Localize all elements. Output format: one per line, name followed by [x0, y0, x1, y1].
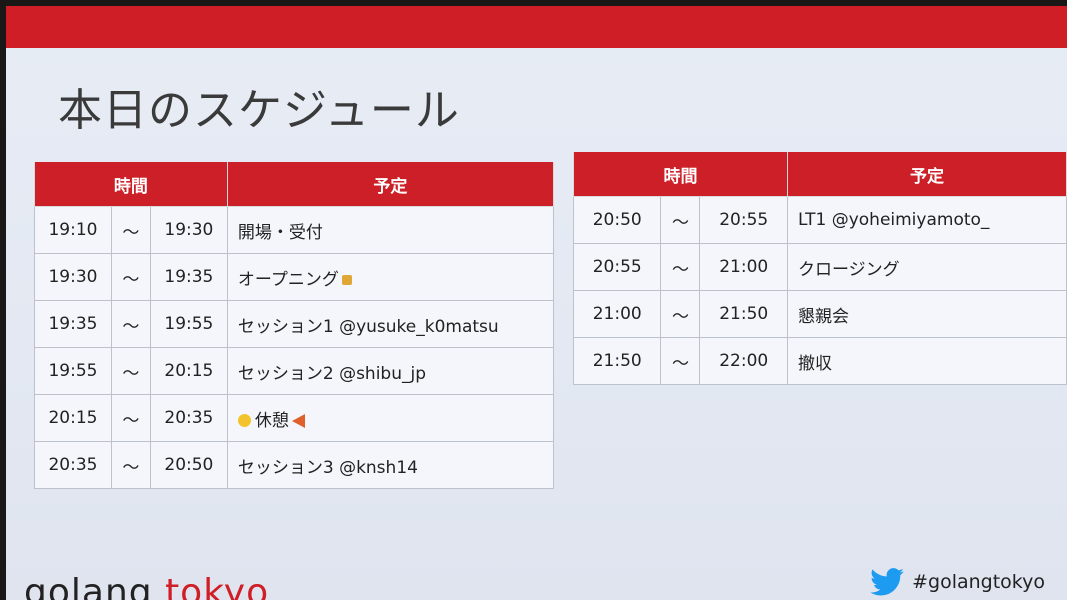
end-time: 20:50 — [149, 441, 228, 489]
table-row: 20:50 〜 20:55 LT1 @yoheimiyamoto_ — [572, 196, 1067, 244]
table-row: 19:55 〜 20:15 セッション2 @shibu_jp — [34, 347, 555, 395]
event-label: セッション1 @yusuke_k0matsu — [237, 316, 499, 337]
event-cell: セッション1 @yusuke_k0matsu — [226, 300, 555, 348]
table-row: 19:35 〜 19:55 セッション1 @yusuke_k0matsu — [34, 300, 555, 348]
event-cell: 休憩 — [226, 394, 555, 442]
event-label: クロージング — [797, 259, 900, 280]
slide: 本日のスケジュール 時間 予定 19:10 〜 19:30 開場・受付 19:3… — [6, 6, 1067, 600]
time-separator: 〜 — [110, 347, 151, 395]
start-time: 19:55 — [34, 347, 112, 395]
smile-icon — [237, 413, 251, 427]
event-label: セッション3 @knsh14 — [237, 457, 418, 478]
event-cell: 開場・受付 — [226, 206, 555, 254]
header-time: 時間 — [34, 162, 228, 207]
golang-tokyo-logo: golang tokyo — [24, 572, 269, 600]
top-accent-bar — [6, 6, 1067, 48]
event-label: 開場・受付 — [237, 222, 323, 243]
time-separator: 〜 — [110, 394, 151, 442]
end-time: 20:15 — [149, 347, 228, 395]
hashtag-text: #golangtokyo — [912, 571, 1045, 593]
time-separator: 〜 — [660, 290, 701, 338]
table-row: 20:15 〜 20:35 休憩 — [34, 394, 555, 442]
page-title: 本日のスケジュール — [58, 85, 460, 136]
header-time: 時間 — [573, 152, 788, 197]
start-time: 19:30 — [34, 253, 112, 301]
time-separator: 〜 — [660, 337, 701, 385]
start-time: 21:00 — [572, 290, 662, 338]
event-label: 撤収 — [797, 353, 832, 374]
event-cell: オープニング — [226, 253, 555, 301]
table-row: 19:10 〜 19:30 開場・受付 — [34, 206, 555, 254]
time-separator: 〜 — [660, 196, 701, 244]
event-label: LT1 @yoheimiyamoto_ — [797, 210, 990, 230]
event-cell: 撤収 — [786, 337, 1067, 385]
header-plan: 予定 — [226, 162, 555, 207]
end-time: 19:30 — [149, 206, 228, 254]
schedule-table-left: 時間 予定 19:10 〜 19:30 開場・受付 19:30 〜 19:35 … — [34, 162, 555, 489]
end-time: 21:00 — [699, 243, 788, 291]
table-row: 21:50 〜 22:00 撤収 — [572, 337, 1067, 385]
table-header-row: 時間 予定 — [34, 162, 555, 207]
event-cell: 懇親会 — [786, 290, 1067, 338]
event-cell: クロージング — [786, 243, 1067, 291]
end-time: 20:55 — [699, 196, 788, 244]
event-label: オープニング — [237, 269, 339, 290]
end-time: 19:35 — [149, 253, 228, 301]
event-label: 休憩 — [254, 410, 289, 431]
end-time: 20:35 — [149, 394, 228, 442]
start-time: 19:35 — [34, 300, 112, 348]
time-separator: 〜 — [110, 206, 151, 254]
table-row: 20:35 〜 20:50 セッション3 @knsh14 — [34, 441, 555, 489]
table-row: 21:00 〜 21:50 懇親会 — [572, 290, 1067, 338]
event-cell: LT1 @yoheimiyamoto_ — [786, 196, 1067, 244]
start-time: 20:35 — [34, 441, 112, 489]
time-separator: 〜 — [110, 441, 151, 489]
end-time: 22:00 — [699, 337, 788, 385]
start-time: 19:10 — [34, 206, 112, 254]
time-separator: 〜 — [110, 300, 151, 348]
start-time: 20:55 — [572, 243, 662, 291]
table-header-row: 時間 予定 — [573, 152, 1067, 197]
event-cell: セッション3 @knsh14 — [226, 441, 555, 489]
end-time: 21:50 — [699, 290, 788, 338]
start-time: 20:15 — [34, 394, 112, 442]
pizza-icon — [291, 413, 305, 428]
schedule-table-right: 時間 予定 20:50 〜 20:55 LT1 @yoheimiyamoto_ … — [572, 152, 1067, 385]
logo-text-golang: golang — [24, 572, 166, 600]
hashtag-area: #golangtokyo — [870, 568, 1045, 596]
event-label: 懇親会 — [797, 306, 849, 327]
twitter-icon — [870, 568, 904, 596]
start-time: 21:50 — [572, 337, 662, 385]
event-cell: セッション2 @shibu_jp — [226, 347, 555, 395]
table-row: 20:55 〜 21:00 クロージング — [572, 243, 1067, 291]
time-separator: 〜 — [660, 243, 701, 291]
table-row: 19:30 〜 19:35 オープニング — [34, 253, 555, 301]
start-time: 20:50 — [572, 196, 662, 244]
time-separator: 〜 — [110, 253, 151, 301]
event-label: セッション2 @shibu_jp — [237, 363, 426, 384]
logo-text-tokyo: tokyo — [165, 572, 270, 600]
beer-icon — [341, 274, 352, 285]
header-plan: 予定 — [786, 152, 1067, 197]
end-time: 19:55 — [149, 300, 228, 348]
